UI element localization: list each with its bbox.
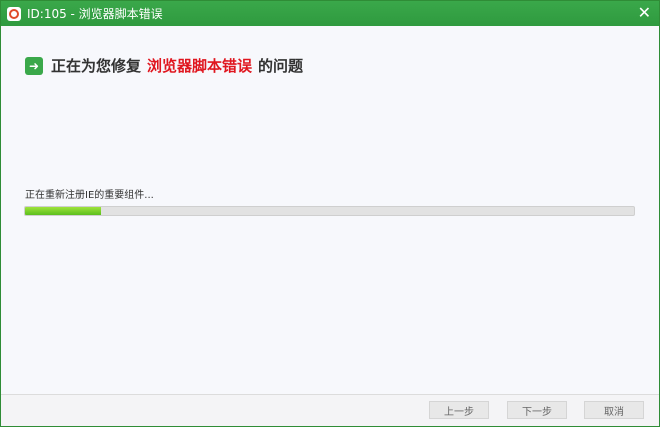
heading-suffix: 的问题	[258, 57, 304, 75]
title-bar[interactable]: ID:105 - 浏览器脚本错误 ✕	[1, 1, 659, 26]
cancel-button[interactable]: 取消	[584, 401, 644, 419]
footer-bar: 上一步 下一步 取消	[1, 394, 659, 426]
arrow-right-icon: ➜	[25, 56, 43, 75]
progress-fill	[25, 207, 102, 215]
repair-window: ID:105 - 浏览器脚本错误 ✕ ➜ 正在为您修复 浏览器脚本错误 的问题 …	[0, 0, 660, 427]
heading-prefix: 正在为您修复	[51, 57, 142, 75]
lifebuoy-icon	[7, 6, 21, 21]
next-button[interactable]: 下一步	[507, 401, 567, 419]
close-icon[interactable]: ✕	[638, 4, 651, 22]
progress-bar	[24, 206, 635, 216]
status-text: 正在重新注册IE的重要组件...	[25, 190, 154, 201]
page-heading: ➜ 正在为您修复 浏览器脚本错误 的问题	[25, 55, 303, 76]
window-title: ID:105 - 浏览器脚本错误	[27, 7, 163, 21]
heading-highlight: 浏览器脚本错误	[147, 57, 253, 75]
prev-button[interactable]: 上一步	[429, 401, 489, 419]
